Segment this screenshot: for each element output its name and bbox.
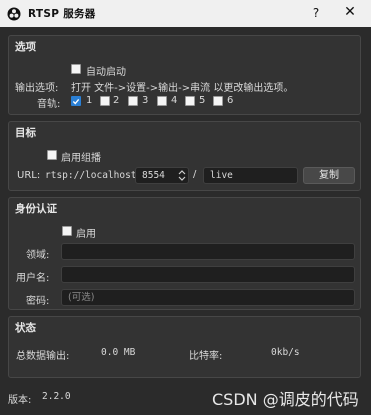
- check-icon: [72, 98, 80, 104]
- options-title: 选项: [15, 41, 36, 53]
- close-button[interactable]: ✕: [343, 4, 357, 20]
- port-stepper[interactable]: [176, 168, 188, 183]
- version-value: 2.2.0: [42, 391, 71, 402]
- track-1-label[interactable]: 1: [86, 95, 92, 106]
- password-label: 密码:: [26, 296, 50, 307]
- realm-input[interactable]: [61, 243, 355, 260]
- username-input[interactable]: [61, 266, 355, 283]
- url-prefix: rtsp://localhost:: [45, 170, 143, 181]
- total-output-label: 总数据输出:: [16, 351, 70, 362]
- version-label: 版本:: [8, 395, 32, 406]
- track-1-checkbox[interactable]: [71, 96, 81, 106]
- path-separator: /: [193, 169, 197, 180]
- help-button[interactable]: ?: [310, 6, 322, 20]
- track-4-label[interactable]: 4: [171, 95, 177, 106]
- username-label: 用户名:: [16, 273, 50, 284]
- bitrate-value: 0kb/s: [271, 347, 300, 358]
- realm-label: 领域:: [26, 250, 50, 261]
- auto-start-label[interactable]: 自动启动: [86, 63, 126, 78]
- url-label: URL:: [17, 170, 41, 181]
- tracks-label: 音轨:: [37, 99, 61, 110]
- auto-start-checkbox[interactable]: [71, 64, 81, 74]
- password-input[interactable]: (可选): [61, 289, 355, 306]
- copy-button[interactable]: 复制: [303, 167, 355, 184]
- track-6-label[interactable]: 6: [227, 95, 233, 106]
- auth-group: 身份认证 启用 领域: 用户名: 密码: (可选): [8, 197, 361, 310]
- target-group: 目标 启用组播 URL: rtsp://localhost: 8554 / li…: [8, 121, 361, 191]
- obs-logo-icon: [7, 7, 21, 21]
- output-options-hint: 打开 文件->设置->输出->串流 以更改输出选项。: [71, 83, 294, 94]
- status-group: 状态 总数据输出: 0.0 MB 比特率: 0kb/s: [8, 316, 361, 378]
- auth-title: 身份认证: [15, 203, 57, 215]
- track-3-label[interactable]: 3: [142, 95, 148, 106]
- multicast-label[interactable]: 启用组播: [61, 149, 101, 164]
- auth-enable-label[interactable]: 启用: [76, 225, 96, 240]
- status-title: 状态: [15, 322, 36, 334]
- auth-enable-checkbox[interactable]: [62, 226, 72, 236]
- options-group: 选项 自动启动 输出选项: 打开 文件->设置->输出->串流 以更改输出选项。…: [8, 35, 361, 115]
- chevron-up-icon[interactable]: [178, 170, 186, 175]
- title-bar: RTSP 服务器 ? ✕: [0, 0, 371, 27]
- target-title: 目标: [15, 127, 36, 139]
- track-6-checkbox[interactable]: [213, 96, 223, 106]
- track-2-label[interactable]: 2: [113, 95, 119, 106]
- track-2-checkbox[interactable]: [100, 96, 110, 106]
- track-5-label[interactable]: 5: [199, 95, 205, 106]
- total-output-value: 0.0 MB: [101, 347, 136, 358]
- watermark: CSDN @调皮的代码: [212, 390, 359, 409]
- path-input[interactable]: live: [203, 167, 298, 184]
- track-3-checkbox[interactable]: [128, 96, 138, 106]
- chevron-down-icon[interactable]: [178, 176, 186, 181]
- multicast-checkbox[interactable]: [47, 150, 57, 160]
- track-5-checkbox[interactable]: [185, 96, 195, 106]
- track-4-checkbox[interactable]: [157, 96, 167, 106]
- output-options-label: 输出选项:: [15, 83, 59, 94]
- bitrate-label: 比特率:: [189, 351, 223, 362]
- window-title: RTSP 服务器: [28, 8, 96, 20]
